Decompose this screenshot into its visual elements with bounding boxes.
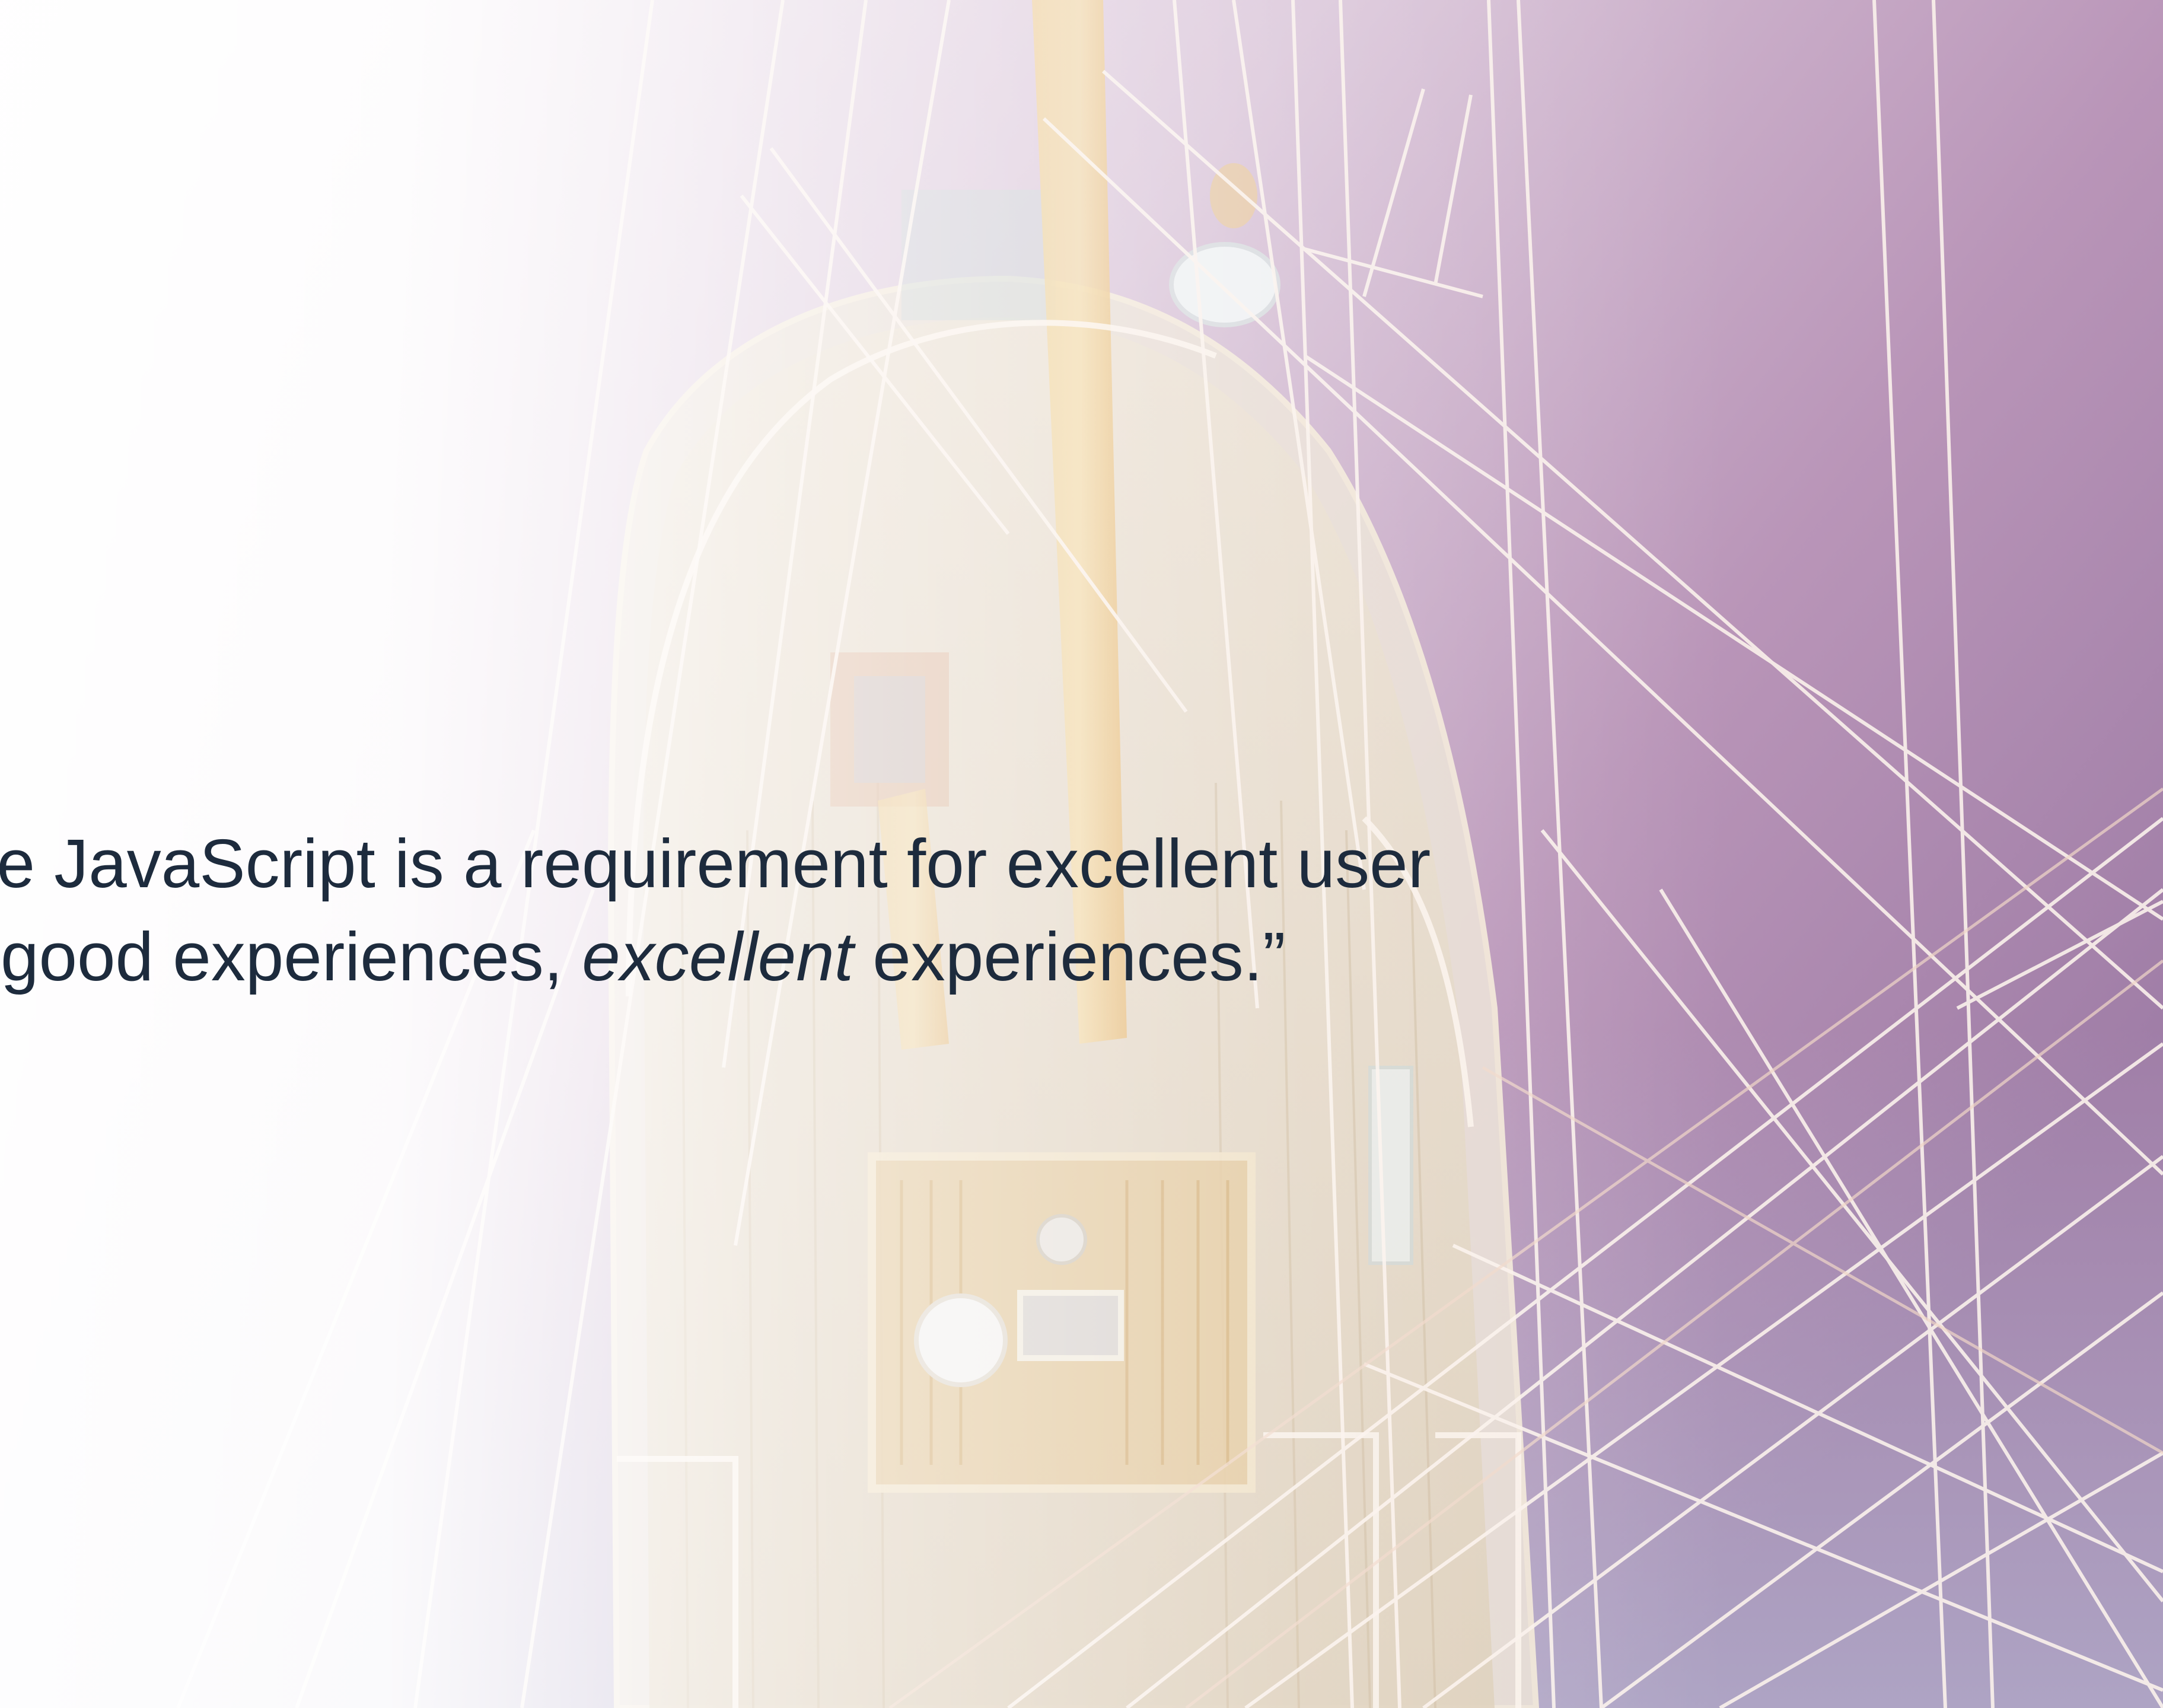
quote-line-1: eve JavaScript is a requirement for exce… [0,825,1431,902]
quote-emphasis: excellent [582,918,854,995]
quote-line-2-end: experiences.” [853,918,1286,995]
quote-line-2-start: ot good experiences, [0,918,563,995]
hero-section: eve JavaScript is a requirement for exce… [0,0,2163,1708]
testimonial-quote: eve JavaScript is a requirement for exce… [0,817,1644,1003]
quote-line-2: ot good experiences, excellent experienc… [0,910,1644,1003]
